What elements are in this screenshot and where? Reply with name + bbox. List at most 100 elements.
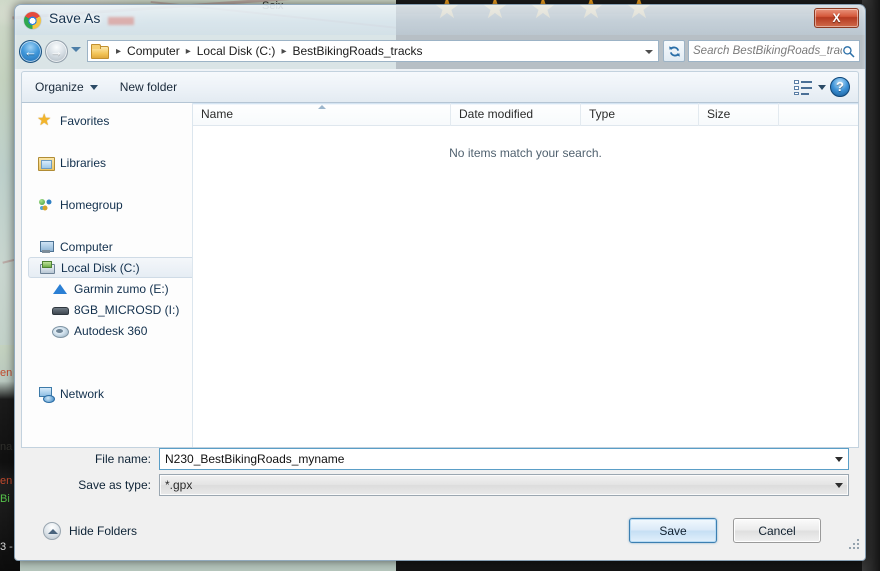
- column-header-name[interactable]: Name: [193, 103, 451, 126]
- sidebar-item-label: Local Disk (C:): [61, 260, 140, 275]
- sidebar-item-label: Libraries: [60, 155, 107, 170]
- dialog-footer: Hide Folders Save Cancel: [15, 504, 865, 554]
- breadcrumb-item-bestbikingroads-tracks[interactable]: BestBikingRoads_tracks: [290, 44, 424, 58]
- cloud-icon: [52, 323, 69, 339]
- new-folder-button[interactable]: New folder: [111, 77, 186, 97]
- sort-ascending-icon: [317, 104, 326, 109]
- breadcrumb-separator[interactable]: ▸: [277, 46, 290, 57]
- column-header-size[interactable]: Size: [699, 103, 779, 126]
- column-label: Size: [707, 106, 731, 121]
- organize-button[interactable]: Organize: [26, 77, 107, 97]
- chrome-icon: [24, 12, 41, 29]
- navigation-pane: Favorites Libraries Homegroup Computer L…: [22, 103, 193, 447]
- sidebar-item-libraries[interactable]: Libraries: [22, 152, 192, 173]
- sidebar-item-computer[interactable]: Computer: [22, 236, 192, 257]
- recent-locations-chevron-down-icon[interactable]: [71, 47, 81, 52]
- search-input[interactable]: Search BestBikingRoads_tracks: [693, 45, 842, 57]
- file-name-combo[interactable]: N230_BestBikingRoads_myname: [159, 448, 849, 470]
- title-bar-artifact: [108, 17, 134, 25]
- sidebar-item-garmin-zumo-e[interactable]: Garmin zumo (E:): [22, 278, 192, 299]
- refresh-icon: [668, 45, 680, 57]
- forward-arrow-icon: →: [50, 44, 63, 59]
- refresh-button[interactable]: [663, 40, 685, 62]
- new-folder-label: New folder: [119, 80, 178, 94]
- search-icon: [843, 45, 855, 58]
- homegroup-icon: [38, 197, 54, 213]
- address-chevron-down-icon[interactable]: [645, 50, 653, 54]
- hide-folders-label: Hide Folders: [69, 524, 138, 538]
- column-header-type[interactable]: Type: [581, 103, 699, 126]
- usb-drive-icon: [52, 302, 69, 318]
- cancel-button[interactable]: Cancel: [733, 518, 821, 543]
- breadcrumb-separator[interactable]: ▸: [112, 46, 125, 57]
- back-button[interactable]: ←: [19, 40, 42, 63]
- file-name-label: File name:: [94, 452, 151, 466]
- help-button[interactable]: ?: [830, 77, 850, 97]
- sidebar-item-favorites[interactable]: Favorites: [22, 110, 192, 131]
- save-as-type-row: Save as type: *.gpx: [15, 474, 865, 496]
- sidebar-item-local-disk-c[interactable]: Local Disk (C:): [28, 257, 192, 278]
- sidebar-item-label: Homegroup: [60, 197, 123, 212]
- library-icon: [38, 155, 55, 171]
- device-icon: [52, 281, 68, 297]
- breadcrumb-item-computer[interactable]: Computer: [125, 44, 182, 58]
- address-bar[interactable]: ▸ Computer ▸ Local Disk (C:) ▸ BestBikin…: [87, 40, 659, 62]
- organize-label: Organize: [35, 80, 84, 94]
- breadcrumb-item-local-disk[interactable]: Local Disk (C:): [195, 44, 278, 58]
- command-toolbar: Organize New folder ?: [21, 71, 859, 103]
- network-icon: [38, 386, 55, 403]
- dialog-title: Save As: [49, 10, 101, 26]
- save-as-type-label: Save as type:: [78, 478, 151, 492]
- chevron-down-icon: [89, 84, 98, 90]
- hide-folders-button[interactable]: Hide Folders: [43, 522, 137, 540]
- close-button[interactable]: X: [814, 8, 859, 28]
- toolbar-right-group: ?: [792, 77, 858, 97]
- sidebar-item-8gb-microsd-i[interactable]: 8GB_MICROSD (I:): [22, 299, 192, 320]
- search-box[interactable]: Search BestBikingRoads_tracks: [688, 40, 860, 62]
- chevron-up-icon: [43, 522, 61, 540]
- empty-list-message: No items match your search.: [449, 146, 602, 160]
- harddisk-icon: [39, 260, 55, 276]
- chevron-down-icon[interactable]: [835, 457, 843, 462]
- sidebar-item-label: Favorites: [60, 113, 110, 128]
- save-as-type-select[interactable]: *.gpx: [159, 474, 849, 496]
- save-button[interactable]: Save: [629, 518, 717, 543]
- save-as-type-value[interactable]: *.gpx: [159, 474, 849, 496]
- column-header-date-modified[interactable]: Date modified: [451, 103, 581, 126]
- back-arrow-icon: ←: [24, 44, 37, 59]
- folder-icon: [91, 44, 109, 59]
- sidebar-item-label: Autodesk 360: [74, 323, 148, 338]
- sidebar-item-label: 8GB_MICROSD (I:): [74, 302, 180, 317]
- column-label: Date modified: [459, 106, 534, 121]
- sidebar-item-network[interactable]: Network: [22, 383, 192, 404]
- sidebar-item-label: Network: [60, 386, 105, 401]
- address-row: ← → ▸ Computer ▸ Local Disk (C:) ▸ BestB…: [15, 35, 865, 69]
- sidebar-item-homegroup[interactable]: Homegroup: [22, 194, 192, 215]
- resize-grip[interactable]: [849, 539, 861, 551]
- sidebar-item-autodesk-360[interactable]: Autodesk 360: [22, 320, 192, 341]
- computer-icon: [38, 239, 54, 255]
- save-as-dialog: Save As X ← → ▸ Computer ▸ Local Disk (C…: [14, 4, 866, 561]
- chevron-down-icon[interactable]: [835, 483, 843, 488]
- view-chevron-down-icon[interactable]: [818, 84, 826, 90]
- column-label: Name: [201, 106, 234, 121]
- column-header-filler: [779, 103, 858, 126]
- dialog-title-bar: Save As X: [15, 5, 865, 35]
- star-icon: [37, 110, 54, 130]
- file-name-row: File name: N230_BestBikingRoads_myname: [15, 448, 865, 470]
- breadcrumb-separator[interactable]: ▸: [182, 46, 195, 57]
- file-name-input[interactable]: N230_BestBikingRoads_myname: [159, 448, 849, 470]
- sidebar-item-label: Garmin zumo (E:): [74, 281, 169, 296]
- column-header-row: Name Date modified Type Size: [193, 103, 858, 126]
- dialog-content: Favorites Libraries Homegroup Computer L…: [21, 103, 859, 448]
- view-layout-icon[interactable]: [792, 78, 814, 96]
- sidebar-item-label: Computer: [60, 239, 113, 254]
- file-list-pane: Name Date modified Type Size No items ma…: [193, 103, 858, 447]
- forward-button[interactable]: →: [45, 40, 68, 63]
- column-label: Type: [589, 106, 616, 121]
